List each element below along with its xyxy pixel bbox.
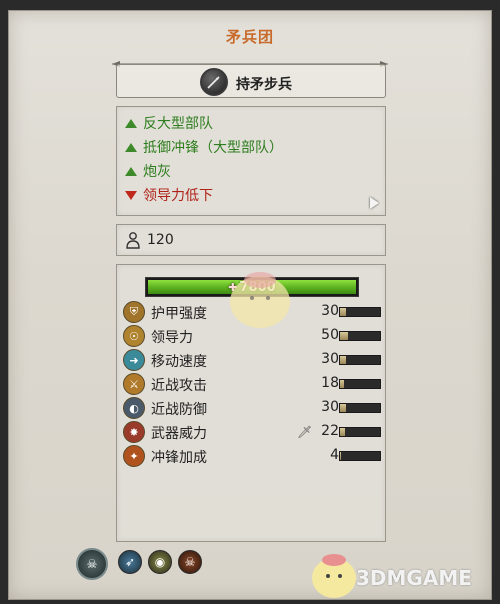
attribute-label: 炮灰 (143, 164, 171, 180)
skull-red-ability-icon[interactable]: ☠ (178, 550, 202, 574)
skull-ability-icon[interactable]: ☠ (76, 548, 108, 580)
positive-triangle-icon (125, 118, 137, 128)
attribute-item[interactable]: 领导力低下 (125, 185, 213, 205)
stat-bar (339, 403, 381, 413)
stat-row-weapon-strength[interactable]: ✸ 武器威力 🗡 22 (123, 421, 385, 443)
stat-row-melee-defense[interactable]: ◐ 近战防御 30 (123, 397, 385, 419)
stat-value: 30 (321, 399, 339, 415)
stat-bar-fill (340, 452, 342, 460)
charge-bonus-icon: ✦ (123, 445, 145, 467)
site-watermark: 3DMGAME (356, 566, 472, 590)
eye-ability-icon[interactable]: ◉ (148, 550, 172, 574)
stat-bar (339, 331, 381, 341)
stat-bar (339, 355, 381, 365)
positive-triangle-icon (125, 142, 137, 152)
stat-label: 护甲强度 (151, 306, 207, 322)
stat-bar (339, 307, 381, 317)
stat-label: 移动速度 (151, 354, 207, 370)
stat-label: 冲锋加成 (151, 450, 207, 466)
spear-icon (200, 68, 228, 96)
weapon-strength-icon: ✸ (123, 421, 145, 443)
attribute-item[interactable]: 炮灰 (125, 161, 171, 181)
stat-bar-fill (340, 428, 345, 436)
stat-bar-fill (340, 356, 346, 364)
stat-label: 领导力 (151, 330, 193, 346)
stat-bar (339, 451, 381, 461)
stat-bar (339, 379, 381, 389)
attribute-label: 抵御冲锋（大型部队） (143, 140, 283, 156)
stat-label: 武器威力 (151, 426, 207, 442)
arrow-ability-icon[interactable]: ➶ (118, 550, 142, 574)
stat-value: 30 (321, 351, 339, 367)
mascot-logo-icon (312, 554, 356, 598)
stat-bar-fill (340, 404, 346, 412)
stat-bar-fill (340, 380, 344, 388)
attribute-item[interactable]: 反大型部队 (125, 113, 213, 133)
stat-bar-fill (340, 308, 346, 316)
unit-type-name: 持矛步兵 (236, 77, 292, 93)
melee-attack-icon: ⚔ (123, 373, 145, 395)
unit-count-value: 120 (147, 232, 174, 248)
expand-arrow-icon[interactable] (370, 197, 379, 209)
stat-value: 30 (321, 303, 339, 319)
stat-row-melee-attack[interactable]: ⚔ 近战攻击 18 (123, 373, 385, 395)
armor-icon: ⛨ (123, 301, 145, 323)
melee-defense-icon: ◐ (123, 397, 145, 419)
attribute-label: 反大型部队 (143, 116, 213, 132)
stat-bar (339, 427, 381, 437)
stat-row-charge-bonus[interactable]: ✦ 冲锋加成 4 (123, 445, 385, 467)
attributes-panel: 反大型部队 抵御冲锋（大型部队） 炮灰 领导力低下 (116, 106, 386, 216)
stat-value: 18 (321, 375, 339, 391)
unit-count-panel: 120 (116, 224, 386, 256)
speed-icon: ➜ (123, 349, 145, 371)
attribute-item[interactable]: 抵御冲锋（大型部队） (125, 137, 283, 157)
mascot-watermark-icon (230, 272, 290, 328)
stat-value: 50 (321, 327, 339, 343)
stat-bar-fill (340, 332, 348, 340)
stat-value: 4 (330, 447, 339, 463)
attribute-label: 领导力低下 (143, 188, 213, 204)
stat-value: 22 (321, 423, 339, 439)
soldier-count-icon (126, 232, 140, 249)
positive-triangle-icon (125, 166, 137, 176)
leadership-icon: ☉ (123, 325, 145, 347)
stat-label: 近战防御 (151, 402, 207, 418)
regiment-title: 矛兵团 (225, 28, 274, 46)
negative-triangle-icon (125, 190, 137, 200)
stat-label: 近战攻击 (151, 378, 207, 394)
stat-row-speed[interactable]: ➜ 移动速度 30 (123, 349, 385, 371)
